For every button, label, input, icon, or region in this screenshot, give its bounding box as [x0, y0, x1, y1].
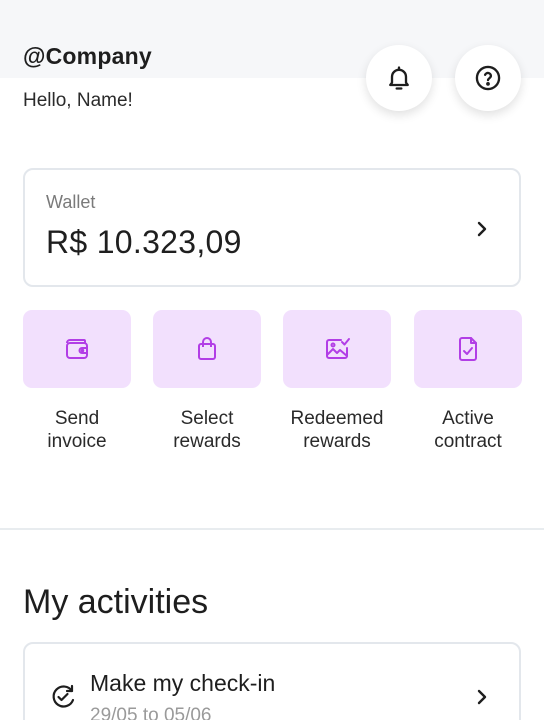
- wallet-label: Wallet: [46, 192, 96, 212]
- active-contract-label: Active contract: [434, 408, 502, 452]
- select-rewards-label: Select rewards: [173, 408, 241, 452]
- chevron-right-icon: [477, 689, 487, 705]
- wallet-balance: R$ 10.323,09: [46, 224, 242, 260]
- activity-title: Make my check-in: [90, 670, 276, 696]
- document-check-icon: [459, 337, 477, 361]
- wallet-icon: [66, 339, 88, 359]
- activity-date: 29/05 to 05/06: [90, 705, 212, 720]
- bell-icon: [389, 66, 409, 90]
- activity-card[interactable]: Make my check-in 29/05 to 05/06: [23, 642, 521, 720]
- send-invoice-label: Send invoice: [47, 408, 107, 452]
- send-invoice-button[interactable]: Send invoice: [23, 310, 131, 453]
- image-check-icon: [326, 338, 350, 359]
- refresh-check-icon: [52, 684, 75, 708]
- chevron-right-icon: [477, 221, 487, 237]
- active-contract-tile[interactable]: [414, 310, 522, 388]
- activities-heading: My activities: [23, 583, 209, 621]
- redeemed-rewards-button[interactable]: Redeemed rewards: [283, 310, 391, 453]
- active-contract-button[interactable]: Active contract: [414, 310, 522, 453]
- greeting-text: Hello, Name!: [23, 90, 133, 111]
- notifications-button[interactable]: [366, 45, 432, 111]
- help-button[interactable]: [455, 45, 521, 111]
- select-rewards-button[interactable]: Select rewards: [153, 310, 261, 453]
- section-divider: [0, 528, 544, 530]
- wallet-card[interactable]: Wallet R$ 10.323,09: [23, 168, 521, 287]
- shopping-bag-icon: [198, 337, 216, 360]
- redeemed-rewards-tile[interactable]: [283, 310, 391, 388]
- redeemed-rewards-label: Redeemed rewards: [290, 408, 384, 452]
- company-name: @Company: [23, 43, 152, 69]
- select-rewards-tile[interactable]: [153, 310, 261, 388]
- send-invoice-tile[interactable]: [23, 310, 131, 388]
- home-screen: @Company Hello, Name! Wallet R$ 10.323,0…: [0, 0, 544, 720]
- help-icon: [475, 65, 501, 91]
